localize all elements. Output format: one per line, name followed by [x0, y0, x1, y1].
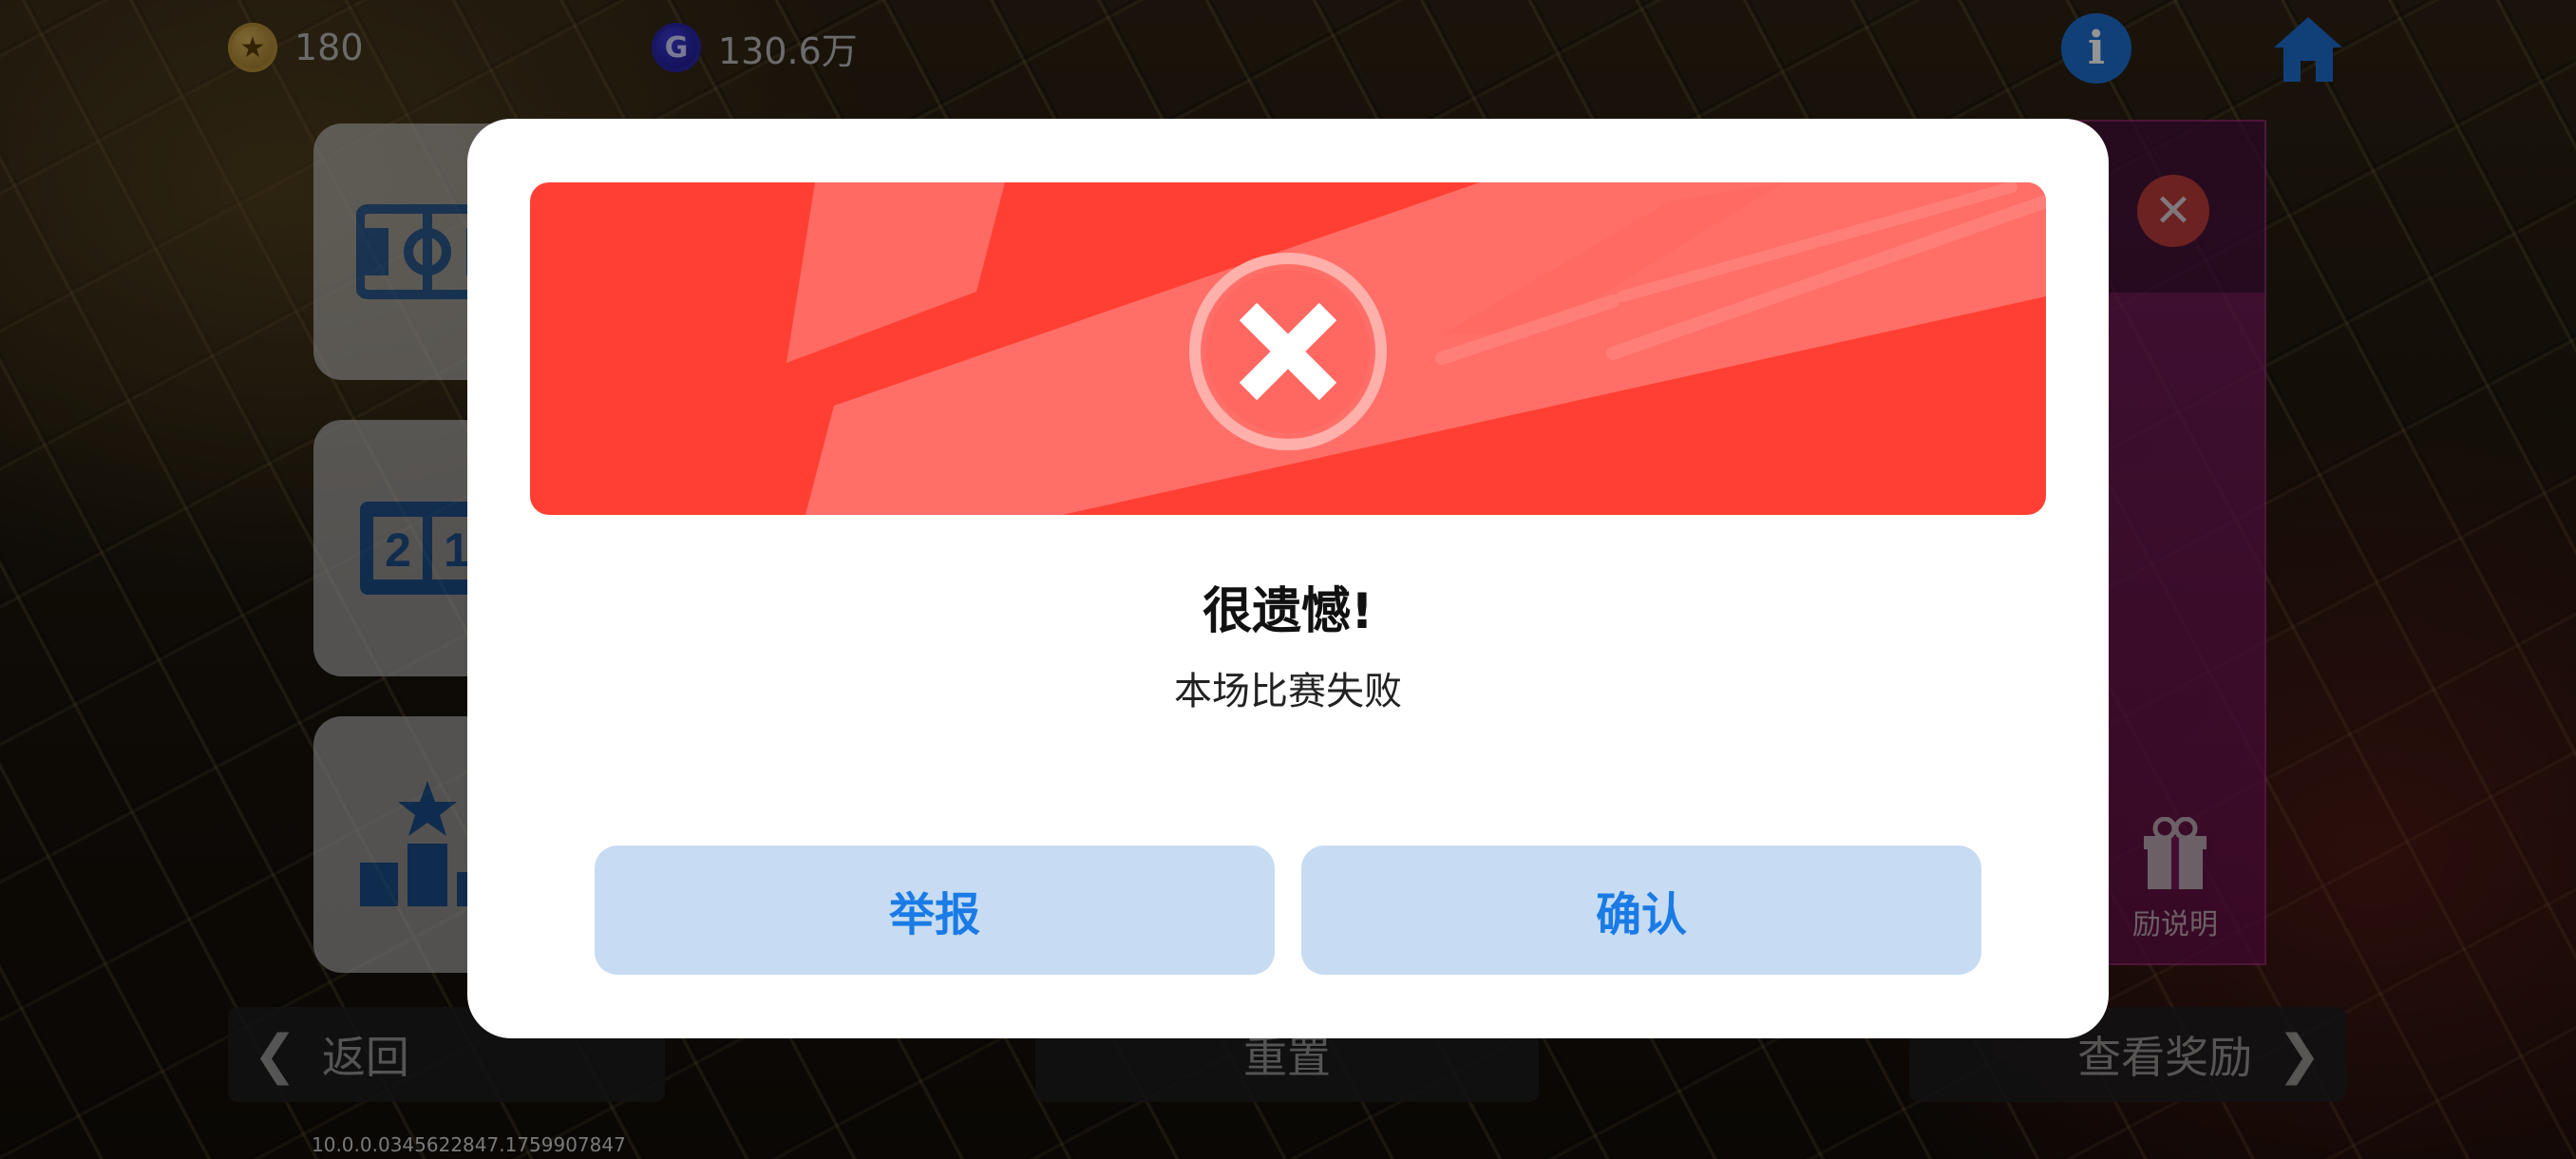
dialog-message: 本场比赛失败 [1174, 670, 1402, 713]
report-label: 举报 [888, 888, 980, 941]
report-button[interactable]: 举报 [595, 846, 1275, 975]
dialog-title: 很遗憾! [1203, 583, 1373, 640]
fail-x-icon [1189, 253, 1387, 450]
fail-banner [530, 182, 2046, 515]
confirm-button[interactable]: 确认 [1301, 846, 1981, 975]
result-dialog: 很遗憾! 本场比赛失败 举报 确认 [467, 119, 2109, 1038]
confirm-label: 确认 [1595, 888, 1687, 941]
banner-decoration [786, 182, 2046, 515]
